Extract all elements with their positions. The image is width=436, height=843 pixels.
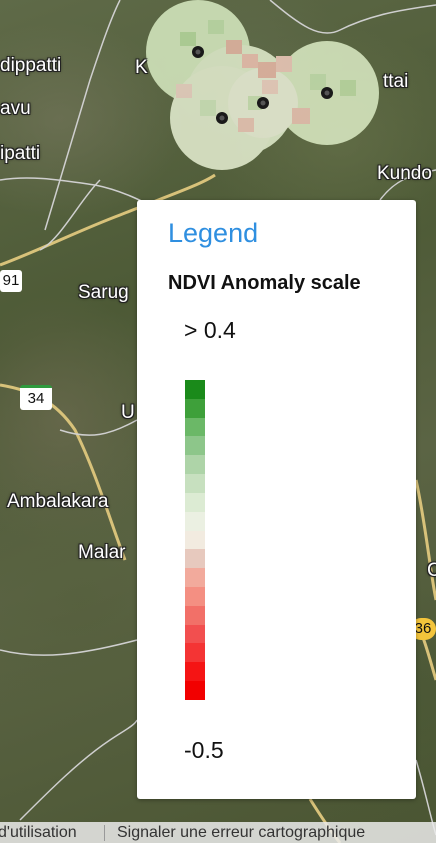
- place-label: Malar: [78, 542, 126, 563]
- place-label: dippatti: [0, 55, 62, 76]
- legend-color-swatch: [185, 436, 205, 456]
- legend-title: Legend: [168, 218, 259, 248]
- place-label: avu: [0, 98, 31, 119]
- legend-color-swatch: [185, 586, 205, 606]
- legend-color-swatch: [185, 417, 205, 437]
- report-map-error-link[interactable]: Signaler une erreur cartographique: [117, 824, 365, 842]
- legend-color-swatch: [185, 605, 205, 625]
- place-label: C: [427, 560, 436, 581]
- legend-color-swatch: [185, 380, 205, 399]
- legend-color-swatch: [185, 624, 205, 644]
- place-label: Kundo: [377, 163, 432, 184]
- legend-max-label: > 0.4: [184, 317, 236, 343]
- legend-color-swatch: [185, 681, 205, 700]
- legend-color-swatch: [185, 511, 205, 531]
- legend-color-swatch: [185, 492, 205, 512]
- place-label: Ambalakara: [7, 491, 109, 512]
- legend-subtitle: NDVI Anomaly scale: [168, 272, 361, 294]
- legend-panel: Legend NDVI Anomaly scale > 0.4 -0.5: [137, 200, 416, 799]
- place-label: Sarug: [78, 282, 129, 303]
- attribution-divider: [104, 825, 105, 841]
- legend-min-label: -0.5: [184, 737, 224, 763]
- legend-color-scale: [185, 380, 205, 700]
- legend-color-swatch: [185, 568, 205, 587]
- ndvi-overlay: [146, 0, 379, 170]
- legend-color-swatch: [185, 474, 205, 493]
- terms-link[interactable]: d'utilisation: [0, 824, 77, 842]
- legend-color-swatch: [185, 455, 205, 475]
- place-label: K: [135, 57, 148, 78]
- road-shield: 91: [0, 270, 22, 292]
- road-shield: 34: [20, 385, 52, 410]
- place-label: ttai: [383, 71, 409, 92]
- legend-color-swatch: [185, 643, 205, 663]
- place-label: U: [121, 402, 135, 423]
- map-attribution: d'utilisation Signaler une erreur cartog…: [0, 822, 436, 843]
- place-label: ipatti: [0, 143, 41, 164]
- legend-color-swatch: [185, 662, 205, 681]
- legend-color-swatch: [185, 398, 205, 418]
- legend-color-swatch: [185, 549, 205, 569]
- legend-color-swatch: [185, 530, 205, 550]
